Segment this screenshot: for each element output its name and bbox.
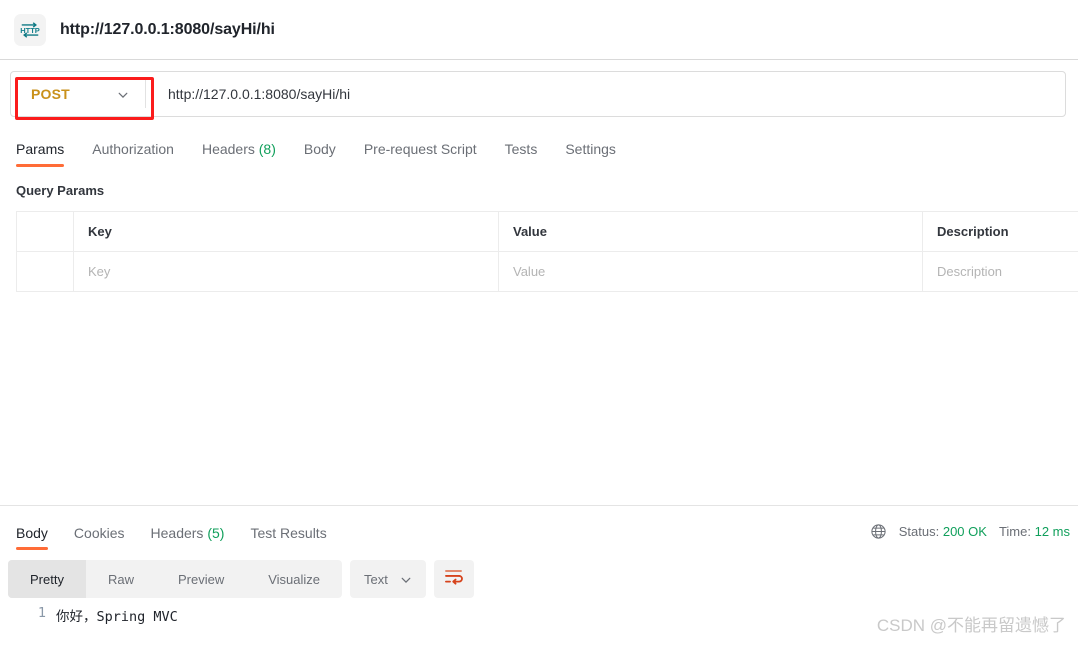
response-tab-body[interactable]: Body bbox=[8, 525, 61, 550]
response-status-bar: Status: 200 OK Time: 12 ms bbox=[870, 523, 1070, 550]
tab-pre-request-script-label: Pre-request Script bbox=[363, 141, 477, 157]
tab-params-label: Params bbox=[16, 141, 65, 157]
chevron-down-icon bbox=[117, 88, 129, 100]
svg-text:HTTP: HTTP bbox=[20, 25, 40, 34]
column-header-key: Key bbox=[73, 211, 499, 252]
time-badge[interactable]: Time: 12 ms bbox=[999, 524, 1070, 539]
content-type-label: Text bbox=[364, 571, 388, 587]
tab-headers-count: (8) bbox=[258, 141, 276, 157]
globe-icon bbox=[870, 523, 887, 540]
tab-pre-request-script[interactable]: Pre-request Script bbox=[350, 141, 491, 167]
page-title: http://127.0.0.1:8080/sayHi/hi bbox=[60, 20, 275, 38]
response-tab-test-results[interactable]: Test Results bbox=[237, 525, 339, 550]
response-tab-cookies-label: Cookies bbox=[73, 525, 125, 541]
view-mode-preview[interactable]: Preview bbox=[156, 560, 246, 598]
word-wrap-icon bbox=[444, 568, 464, 590]
url-input[interactable]: http://127.0.0.1:8080/sayHi/hi bbox=[146, 86, 1065, 102]
key-input[interactable]: Key bbox=[73, 251, 499, 292]
column-header-value: Value bbox=[498, 211, 923, 252]
tab-body-label: Body bbox=[303, 141, 336, 157]
tab-settings[interactable]: Settings bbox=[551, 141, 630, 167]
row-checkbox-cell[interactable] bbox=[16, 251, 74, 292]
response-tab-test-results-label: Test Results bbox=[250, 525, 327, 541]
http-protocol-icon: HTTP bbox=[14, 13, 46, 46]
select-all-checkbox-cell[interactable] bbox=[16, 211, 74, 252]
tab-authorization[interactable]: Authorization bbox=[78, 141, 188, 167]
url-bar: POST http://127.0.0.1:8080/sayHi/hi bbox=[10, 71, 1066, 117]
response-tab-headers-count: (5) bbox=[207, 525, 225, 541]
content-type-dropdown[interactable]: Text bbox=[350, 560, 426, 598]
response-body: 1 你好，Spring MVC bbox=[0, 605, 178, 625]
value-input[interactable]: Value bbox=[498, 251, 923, 292]
method-dropdown[interactable]: POST bbox=[11, 72, 145, 116]
status-label: Status: bbox=[898, 524, 940, 539]
tab-tests[interactable]: Tests bbox=[491, 141, 552, 167]
response-body-text[interactable]: 你好，Spring MVC bbox=[56, 605, 178, 625]
response-tab-headers-label: Headers bbox=[150, 525, 204, 541]
query-params-title: Query Params bbox=[16, 183, 105, 198]
watermark: CSDN @不能再留遗憾了 bbox=[876, 616, 1066, 635]
status-badge[interactable]: Status: 200 OK bbox=[899, 524, 987, 539]
tab-headers-label: Headers bbox=[201, 141, 255, 157]
line-number: 1 bbox=[37, 605, 46, 621]
tab-settings-label: Settings bbox=[565, 141, 616, 157]
response-format-toolbar: Pretty Raw Preview Visualize Text bbox=[8, 560, 474, 598]
view-mode-visualize[interactable]: Visualize bbox=[246, 560, 342, 598]
query-params-table: Key Value Description Key Value Descript… bbox=[16, 211, 1078, 292]
tab-tests-label: Tests bbox=[504, 141, 538, 157]
status-value: 200 OK bbox=[942, 524, 987, 539]
method-label: POST bbox=[31, 86, 70, 102]
response-tabs-row: Body Cookies Headers (5) Test Results St… bbox=[0, 506, 1078, 550]
column-header-description: Description bbox=[922, 211, 1078, 252]
view-mode-segmented-control: Pretty Raw Preview Visualize bbox=[8, 560, 343, 598]
response-tabs: Body Cookies Headers (5) Test Results bbox=[8, 512, 340, 550]
table-row: Key Value Description bbox=[16, 251, 1078, 292]
request-title-bar: HTTP http://127.0.0.1:8080/sayHi/hi bbox=[0, 0, 1078, 60]
tab-headers[interactable]: Headers (8) bbox=[188, 141, 290, 167]
table-header-row: Key Value Description bbox=[16, 211, 1078, 252]
view-mode-pretty[interactable]: Pretty bbox=[8, 560, 86, 598]
http-protocol-icon-glyph: HTTP bbox=[20, 21, 40, 38]
word-wrap-toggle[interactable] bbox=[433, 560, 474, 598]
time-label: Time: bbox=[998, 524, 1031, 539]
request-tabs: Params Authorization Headers (8) Body Pr… bbox=[0, 133, 1078, 167]
view-mode-raw[interactable]: Raw bbox=[86, 560, 156, 598]
tab-params[interactable]: Params bbox=[16, 141, 78, 167]
chevron-down-icon bbox=[400, 573, 412, 585]
response-tab-cookies[interactable]: Cookies bbox=[61, 525, 138, 550]
tab-authorization-label: Authorization bbox=[92, 141, 174, 157]
description-input[interactable]: Description bbox=[922, 251, 1078, 292]
response-tab-headers[interactable]: Headers (5) bbox=[138, 525, 238, 550]
response-tab-body-label: Body bbox=[16, 525, 48, 541]
time-value: 12 ms bbox=[1034, 524, 1070, 539]
url-bar-container: POST http://127.0.0.1:8080/sayHi/hi bbox=[10, 71, 1068, 120]
tab-body[interactable]: Body bbox=[290, 141, 350, 167]
